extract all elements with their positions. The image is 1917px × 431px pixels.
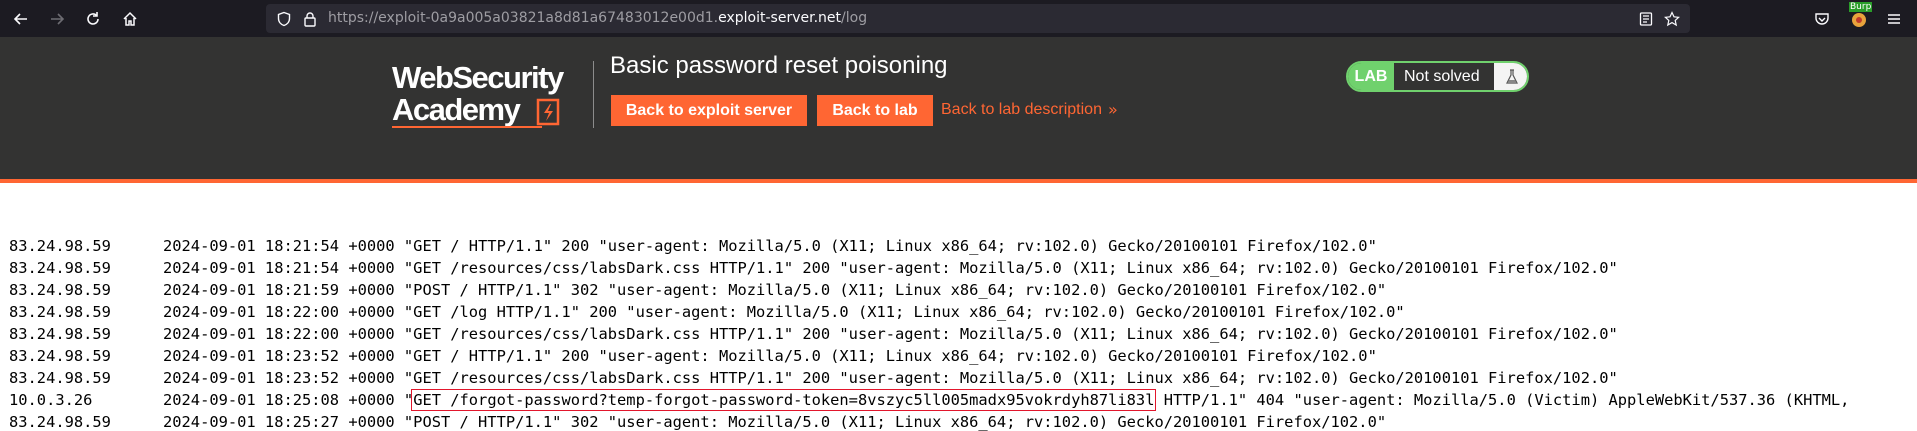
reload-icon[interactable] (80, 6, 106, 32)
double-chevron-right-icon: » (1108, 100, 1118, 119)
log-entry: 2024-09-01 18:22:00 +0000 "GET /log HTTP… (163, 303, 1405, 321)
back-to-exploit-server-button[interactable]: Back to exploit server (611, 95, 807, 126)
highlighted-reset-token-request: GET /forgot-password?temp-forgot-passwor… (411, 389, 1157, 411)
log-row: 83.24.98.59 2024-09-01 18:21:54 +0000 "GE… (9, 235, 1618, 277)
forward-arrow-icon[interactable] (44, 6, 70, 32)
reader-view-icon[interactable] (1636, 9, 1656, 29)
log-row: 83.24.98.59 2024-09-01 18:21:54 +0000 "GE… (9, 213, 1377, 255)
log-entry: 2024-09-01 18:23:52 +0000 "GET /resource… (163, 369, 1618, 387)
web-security-academy-logo[interactable]: WebSecurity Academy (392, 60, 592, 132)
log-entry: 2024-09-01 18:21:59 +0000 "POST / HTTP/1… (163, 281, 1387, 299)
lab-title: Basic password reset poisoning (610, 52, 948, 79)
logo-underline (392, 126, 542, 128)
log-entry: 2024-09-01 18:21:54 +0000 "GET /resource… (163, 259, 1618, 277)
url-text[interactable]: https://exploit-0a9a005a03821a8d81a67483… (328, 10, 867, 26)
url-prefix: https://exploit-0a9a005a03821a8d81a67483… (328, 10, 719, 26)
logo-line1: WebSecurity (392, 60, 564, 95)
pocket-icon[interactable] (1810, 7, 1834, 31)
back-arrow-icon[interactable] (8, 6, 34, 32)
url-host: exploit-server.net (718, 10, 842, 26)
log-row: 83.24.98.59 2024-09-01 18:22:00 +0000 "GE… (9, 301, 1618, 343)
log-entry: 2024-09-01 18:23:52 +0000 "GET / HTTP/1.… (163, 347, 1377, 365)
bookmark-star-icon[interactable] (1662, 9, 1682, 29)
back-to-lab-description-link[interactable]: Back to lab description (941, 101, 1102, 119)
header-divider (0, 179, 1917, 183)
shield-icon[interactable] (274, 9, 294, 29)
logo-divider (593, 61, 594, 128)
lab-status-text: Not solved (1404, 68, 1480, 85)
log-ip: 83.24.98.59 (9, 413, 111, 431)
log-entry: 2024-09-01 18:21:54 +0000 "GET / HTTP/1.… (163, 237, 1377, 255)
log-entry-prefix: 2024-09-01 18:25:08 +0000 " (163, 391, 414, 409)
log-row-victim: 10.0.3.26 2024-09-01 18:25:08 +0000 "GET … (9, 367, 1849, 411)
log-entry: 2024-09-01 18:22:00 +0000 "GET /resource… (163, 325, 1618, 343)
logo-line2: Academy (392, 92, 521, 127)
back-to-lab-button[interactable]: Back to lab (817, 95, 933, 126)
lock-icon[interactable] (300, 9, 320, 29)
address-bar[interactable]: https://exploit-0a9a005a03821a8d81a67483… (266, 4, 1690, 33)
hamburger-menu-icon[interactable] (1882, 7, 1906, 31)
log-row: 83.24.98.59 2024-09-01 18:21:59 +0000 "PO… (9, 257, 1386, 299)
log-row: 83.24.98.59 2024-09-01 18:22:00 +0000 "GE… (9, 279, 1405, 321)
log-entry: 2024-09-01 18:25:08 +0000 "GET /forgot-p… (163, 389, 1849, 411)
log-row: 83.24.98.59 2024-09-01 18:23:52 +0000 "GE… (9, 323, 1377, 365)
log-entry: 2024-09-01 18:25:27 +0000 "POST / HTTP/1… (163, 413, 1387, 431)
lightning-bolt-icon (536, 98, 560, 126)
lab-status-widget: LAB Not solved (1346, 61, 1529, 92)
lab-status-badge: LAB (1348, 63, 1394, 90)
url-path: /log (841, 10, 868, 26)
browser-toolbar: https://exploit-0a9a005a03821a8d81a67483… (0, 0, 1917, 37)
flask-icon (1494, 63, 1527, 90)
extension-badge: Burp (1849, 2, 1873, 12)
log-row: 83.24.98.59 2024-09-01 18:25:27 +0000 "PO… (9, 389, 1386, 431)
home-icon[interactable] (117, 6, 143, 32)
log-entry-suffix: HTTP/1.1" 404 "user-agent: Mozilla/5.0 (… (1154, 391, 1850, 409)
log-row: 83.24.98.59 2024-09-01 18:23:52 +0000 "GE… (9, 345, 1618, 387)
